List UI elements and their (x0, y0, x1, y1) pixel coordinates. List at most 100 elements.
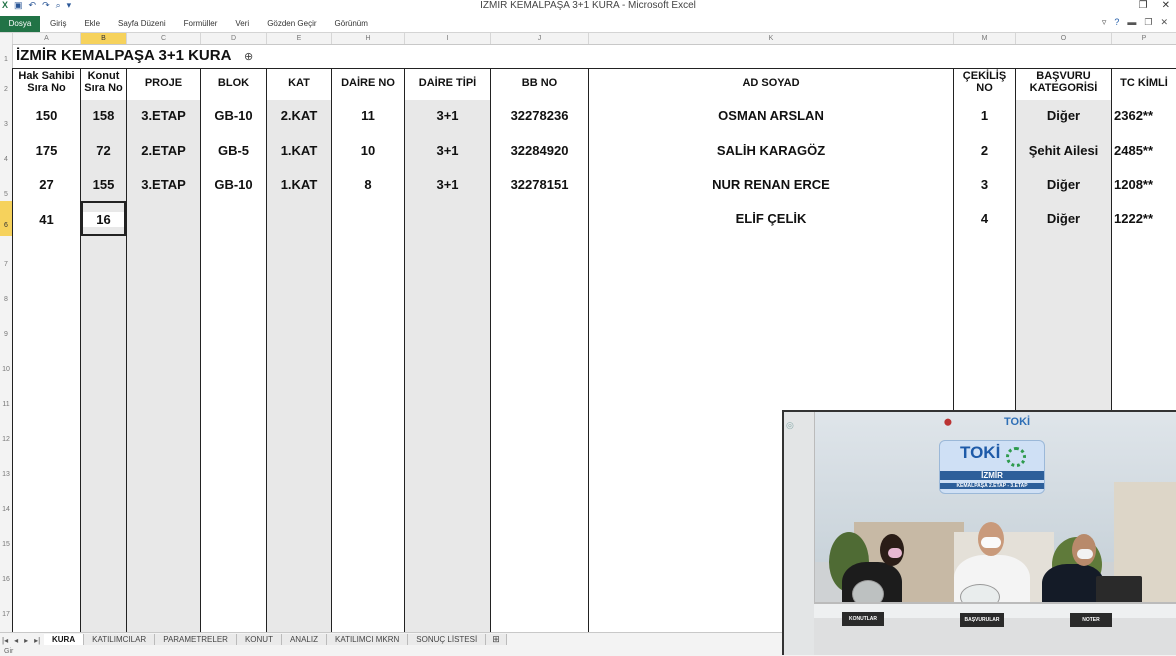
row-10-header[interactable]: 10 (0, 366, 12, 373)
cell-tc[interactable]: 2362** (1114, 108, 1176, 123)
ribbon-tab-insert[interactable]: Ekle (84, 19, 100, 28)
column-i-header[interactable]: I (405, 33, 491, 44)
ribbon-tab-home[interactable]: Giriş (50, 19, 66, 28)
cell-hak-sahibi[interactable]: 27 (13, 177, 80, 192)
cell-kategori[interactable]: Diğer (1016, 177, 1111, 192)
cell-bb-no[interactable]: 32284920 (491, 143, 588, 158)
cell-hak-sahibi[interactable]: 175 (13, 143, 80, 158)
cell-cekilis-no[interactable]: 3 (954, 177, 1015, 192)
cell-kategori[interactable]: Diğer (1016, 211, 1111, 226)
cell-tc[interactable]: 2485** (1114, 143, 1176, 158)
cell-kategori[interactable]: Diğer (1016, 108, 1111, 123)
first-sheet-icon[interactable]: |◂ (2, 636, 8, 645)
header-bb-no[interactable]: BB NO (491, 77, 588, 89)
header-proje[interactable]: PROJE (127, 77, 200, 89)
sheet-tab-analiz[interactable]: ANALIZ (281, 634, 327, 645)
cell-daire-no[interactable]: 10 (332, 143, 404, 158)
select-all-corner[interactable] (0, 33, 13, 44)
column-e-header[interactable]: E (267, 33, 332, 44)
column-o-header[interactable]: O (1016, 33, 1112, 44)
column-k-header[interactable]: K (589, 33, 954, 44)
sheet-tab-konut[interactable]: KONUT (236, 634, 282, 645)
ribbon-tab-page-layout[interactable]: Sayfa Düzeni (118, 19, 166, 28)
active-cell-selection[interactable] (81, 201, 126, 236)
row-6-header[interactable]: 6 (0, 201, 12, 236)
row-1-header[interactable]: 1 (0, 56, 12, 63)
sheet-title[interactable]: İZMİR KEMALPAŞA 3+1 KURA (16, 47, 231, 64)
column-p-header[interactable]: P (1112, 33, 1176, 44)
header-konut[interactable]: Konut Sıra No (81, 70, 126, 94)
sheet-tab-kura[interactable]: KURA (44, 634, 85, 645)
column-b-header[interactable]: B (81, 33, 127, 44)
close-icon[interactable]: ✕ (1160, 17, 1168, 28)
cell-konut[interactable]: 155 (81, 177, 126, 192)
restore-icon[interactable]: ❐ (1144, 17, 1152, 28)
row-8-header[interactable]: 8 (0, 296, 12, 303)
row-11-header[interactable]: 11 (0, 401, 12, 408)
ribbon-tab-view[interactable]: Görünüm (335, 19, 368, 28)
cell-proje[interactable]: 3.ETAP (127, 108, 200, 123)
cell-kat[interactable]: 2.KAT (267, 108, 331, 123)
cell-ad-soyad[interactable]: OSMAN ARSLAN (589, 108, 953, 123)
cell-daire-tipi[interactable]: 3+1 (405, 177, 490, 192)
column-d-header[interactable]: D (201, 33, 267, 44)
cell-kategori[interactable]: Şehit Ailesi (1016, 143, 1111, 158)
ribbon-tab-data[interactable]: Veri (235, 19, 249, 28)
header-tc-kimlik[interactable]: TC KİMLİ (1112, 77, 1176, 89)
cell-proje[interactable]: 2.ETAP (127, 143, 200, 158)
cell-ad-soyad[interactable]: ELİF ÇELİK (589, 211, 953, 226)
row-5-header[interactable]: 5 (0, 191, 12, 198)
row-7-header[interactable]: 7 (0, 261, 12, 268)
row-16-header[interactable]: 16 (0, 576, 12, 583)
row-14-header[interactable]: 14 (0, 506, 12, 513)
cell-tc[interactable]: 1208** (1114, 177, 1176, 192)
cell-hak-sahibi[interactable]: 41 (13, 212, 80, 227)
column-c-header[interactable]: C (127, 33, 201, 44)
header-daire-no[interactable]: DAİRE NO (332, 77, 404, 89)
row-15-header[interactable]: 15 (0, 541, 12, 548)
row-9-header[interactable]: 9 (0, 331, 12, 338)
cell-bb-no[interactable]: 32278236 (491, 108, 588, 123)
help-icon[interactable]: ? (1114, 17, 1119, 28)
cell-daire-tipi[interactable]: 3+1 (405, 108, 490, 123)
cell-blok[interactable]: GB-5 (201, 143, 266, 158)
header-hak-sahibi[interactable]: Hak Sahibi Sıra No (13, 70, 80, 94)
column-h-header[interactable]: H (332, 33, 405, 44)
sheet-tab-sonuc-listesi[interactable]: SONUÇ LİSTESİ (408, 634, 487, 645)
cell-proje[interactable]: 3.ETAP (127, 177, 200, 192)
header-basvuru-kategorisi[interactable]: BAŞVURU KATEGORİSİ (1016, 70, 1111, 94)
header-kat[interactable]: KAT (267, 77, 331, 89)
cell-kat[interactable]: 1.KAT (267, 177, 331, 192)
cell-cekilis-no[interactable]: 4 (954, 211, 1015, 226)
cell-bb-no[interactable]: 32278151 (491, 177, 588, 192)
row-13-header[interactable]: 13 (0, 471, 12, 478)
prev-sheet-icon[interactable]: ◂ (14, 636, 18, 645)
sheet-tab-parametreler[interactable]: PARAMETRELER (155, 634, 237, 645)
cell-konut[interactable]: 72 (81, 143, 126, 158)
header-daire-tipi[interactable]: DAİRE TİPİ (405, 77, 490, 89)
cell-cekilis-no[interactable]: 1 (954, 108, 1015, 123)
row-2-header[interactable]: 2 (0, 86, 12, 93)
new-sheet-icon[interactable]: ⊞ (486, 634, 507, 645)
row-4-header[interactable]: 4 (0, 156, 12, 163)
ribbon-tab-formulas[interactable]: Formüller (184, 19, 218, 28)
sheet-tab-katilimci-mkrn[interactable]: KATILIMCI MKRN (326, 634, 409, 645)
header-cekilis-no[interactable]: ÇEKİLİŞ NO (954, 70, 1015, 94)
cell-ad-soyad[interactable]: SALİH KARAGÖZ (589, 143, 953, 158)
cell-daire-tipi[interactable]: 3+1 (405, 143, 490, 158)
cell-kat[interactable]: 1.KAT (267, 143, 331, 158)
cell-tc[interactable]: 1222** (1114, 211, 1176, 226)
close-window-icon[interactable]: ✕ (1162, 0, 1170, 11)
column-m-header[interactable]: M (954, 33, 1016, 44)
ribbon-tab-review[interactable]: Gözden Geçir (267, 19, 316, 28)
collapse-ribbon-icon[interactable]: ▿ (1102, 17, 1107, 28)
last-sheet-icon[interactable]: ▸| (34, 636, 40, 645)
column-j-header[interactable]: J (491, 33, 589, 44)
column-a-header[interactable]: A (13, 33, 81, 44)
cell-hak-sahibi[interactable]: 150 (13, 108, 80, 123)
cell-daire-no[interactable]: 11 (332, 108, 404, 123)
header-blok[interactable]: BLOK (201, 77, 266, 89)
sheet-tab-katilimcilar[interactable]: KATILIMCILAR (84, 634, 156, 645)
row-3-header[interactable]: 3 (0, 121, 12, 128)
restore-window-icon[interactable]: ❐ (1139, 0, 1148, 11)
